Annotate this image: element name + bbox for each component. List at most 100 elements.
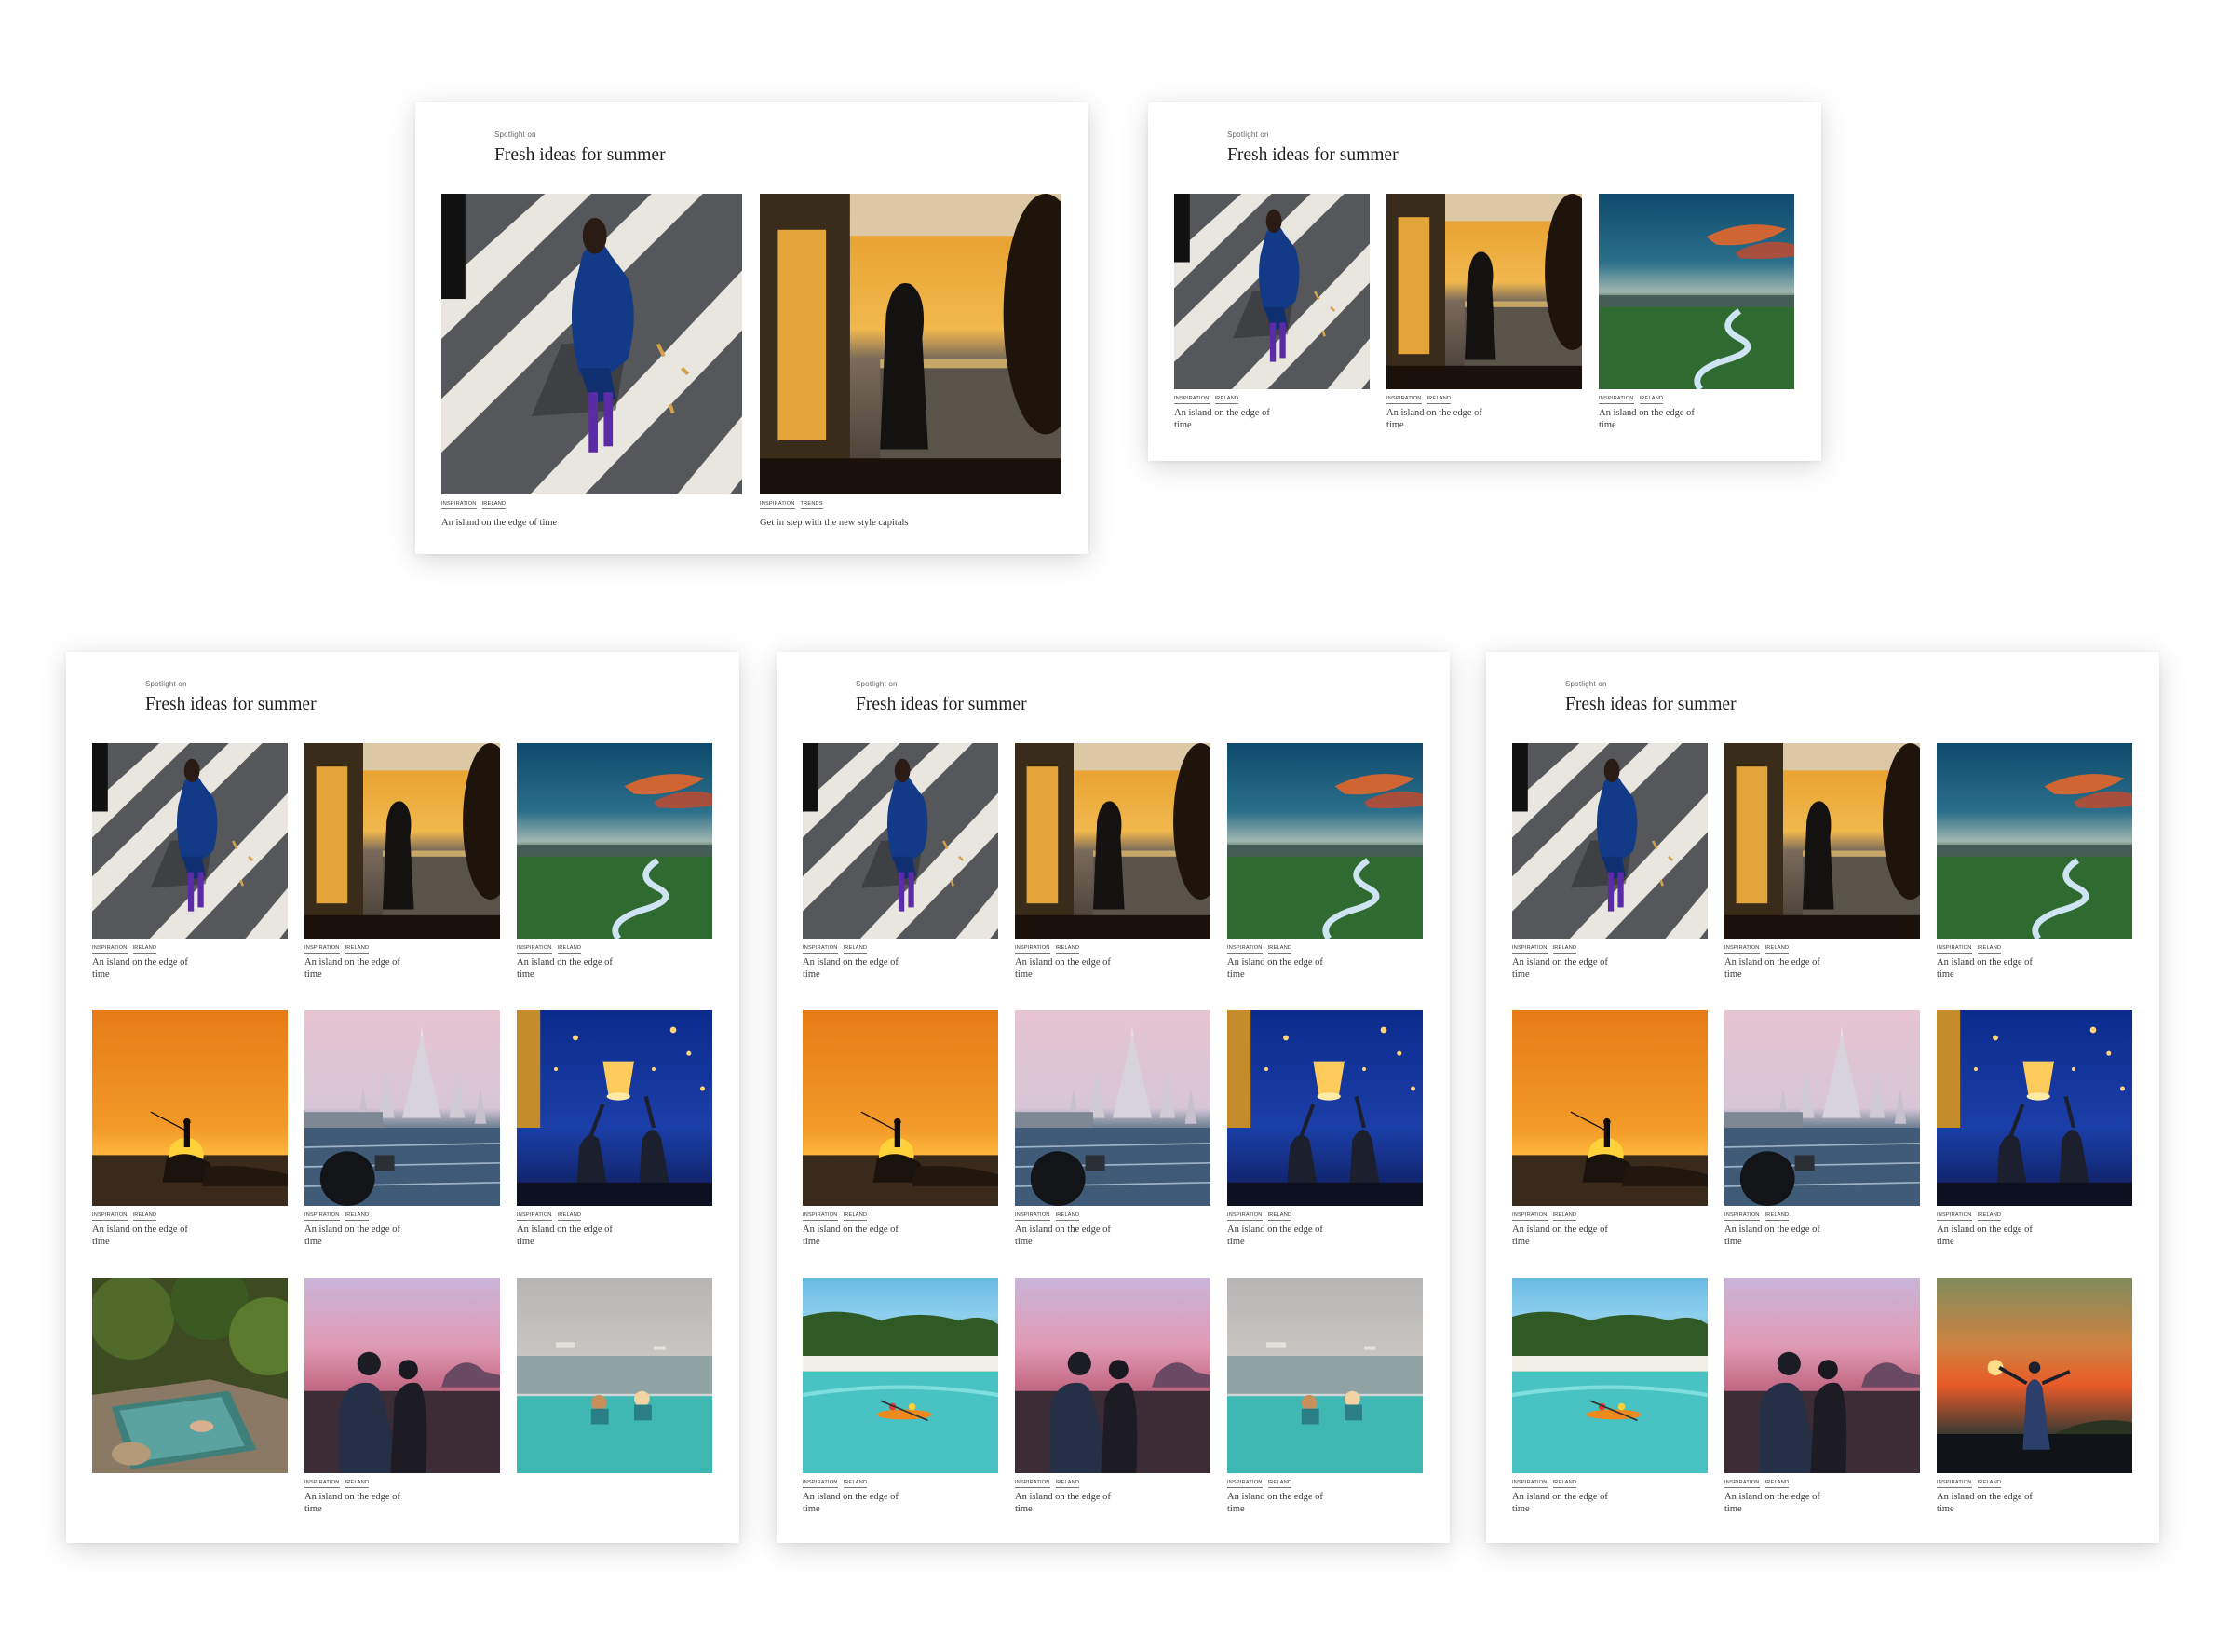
article-card[interactable] xyxy=(92,1278,288,1510)
article-headline[interactable]: An island on the edge of time xyxy=(441,517,730,529)
tag-link[interactable]: INSPIRATION xyxy=(1512,1212,1548,1221)
article-headline[interactable]: An island on the edge of time xyxy=(1015,956,1127,981)
ferry-sunset-photo[interactable] xyxy=(760,194,1061,494)
couple-beach-dusk-photo[interactable] xyxy=(304,1278,500,1473)
woman-crosswalk-photo[interactable] xyxy=(1174,194,1370,389)
tag-link[interactable]: IRELAND xyxy=(1764,1480,1790,1488)
fisherman-sunset-photo[interactable] xyxy=(803,1010,998,1206)
tag-link[interactable]: INSPIRATION xyxy=(1174,396,1210,404)
tag-link[interactable]: IRELAND xyxy=(132,1212,157,1221)
sky-lanterns-photo[interactable] xyxy=(517,1010,712,1206)
article-card[interactable]: INSPIRATION IRELAND An island on the edge … xyxy=(803,743,998,980)
article-headline[interactable]: An island on the edge of time xyxy=(1724,956,1836,981)
ferry-sunset-photo[interactable] xyxy=(1724,743,1920,939)
article-card[interactable]: INSPIRATION IRELAND An island on the edge … xyxy=(1724,1278,1920,1514)
tag-link[interactable]: INSPIRATION xyxy=(1937,1212,1972,1221)
kayak-beach-photo[interactable] xyxy=(1512,1278,1708,1473)
woman-crosswalk-photo[interactable] xyxy=(803,743,998,939)
tag-link[interactable]: IRELAND xyxy=(1055,1212,1080,1221)
article-headline[interactable]: An island on the edge of time xyxy=(304,1224,416,1248)
article-headline[interactable]: An island on the edge of time xyxy=(1937,1224,2048,1248)
article-card[interactable]: INSPIRATION IRELAND An island on the edge … xyxy=(803,1278,998,1514)
tag-link[interactable]: IRELAND xyxy=(557,1212,582,1221)
article-headline[interactable]: An island on the edge of time xyxy=(1512,1224,1624,1248)
tag-link[interactable]: IRELAND xyxy=(1055,945,1080,954)
infinity-pool-photo[interactable] xyxy=(517,1278,712,1473)
tag-link[interactable]: IRELAND xyxy=(345,1212,370,1221)
tag-link[interactable]: IRELAND xyxy=(843,945,868,954)
tag-link[interactable]: INSPIRATION xyxy=(1937,945,1972,954)
temple-river-photo[interactable] xyxy=(304,1010,500,1206)
article-card[interactable]: INSPIRATION IRELAND An island on the edge … xyxy=(441,194,742,532)
woman-crosswalk-photo[interactable] xyxy=(441,194,742,494)
couple-beach-dusk-photo[interactable] xyxy=(1724,1278,1920,1473)
article-card[interactable]: INSPIRATION IRELAND An island on the edge … xyxy=(1386,194,1582,430)
tag-link[interactable]: INSPIRATION xyxy=(1227,945,1263,954)
article-card[interactable]: INSPIRATION IRELAND An island on the edge … xyxy=(1227,1278,1423,1514)
article-card[interactable]: INSPIRATION IRELAND An island on the edge … xyxy=(1724,1010,1920,1247)
article-card[interactable]: INSPIRATION IRELAND An island on the edge … xyxy=(803,1010,998,1247)
tag-link[interactable]: IRELAND xyxy=(843,1480,868,1488)
article-headline[interactable]: An island on the edge of time xyxy=(1937,1491,2048,1515)
article-headline[interactable]: An island on the edge of time xyxy=(1386,407,1498,431)
article-headline[interactable]: An island on the edge of time xyxy=(1015,1224,1127,1248)
article-headline[interactable]: An island on the edge of time xyxy=(1512,1491,1624,1515)
tag-link[interactable]: IRELAND xyxy=(1977,1212,2002,1221)
tag-link[interactable]: INSPIRATION xyxy=(1724,1480,1760,1488)
tag-link[interactable]: INSPIRATION xyxy=(1015,945,1050,954)
tag-link[interactable]: IRELAND xyxy=(481,501,507,509)
article-card[interactable]: INSPIRATION IRELAND An island on the edge … xyxy=(1174,194,1370,430)
article-card[interactable]: INSPIRATION IRELAND An island on the edge … xyxy=(1724,743,1920,980)
article-card[interactable]: INSPIRATION IRELAND An island on the edge … xyxy=(1015,1278,1210,1514)
tag-link[interactable]: INSPIRATION xyxy=(1015,1480,1050,1488)
article-card[interactable]: INSPIRATION IRELAND An island on the edge … xyxy=(1599,194,1794,430)
river-valley-sunset-photo[interactable] xyxy=(1599,194,1794,389)
ferry-sunset-photo[interactable] xyxy=(304,743,500,939)
tag-link[interactable]: INSPIRATION xyxy=(803,945,838,954)
river-valley-sunset-photo[interactable] xyxy=(517,743,712,939)
woman-crosswalk-photo[interactable] xyxy=(1512,743,1708,939)
article-headline[interactable]: An island on the edge of time xyxy=(1512,956,1624,981)
article-card[interactable]: INSPIRATION IRELAND An island on the edge … xyxy=(1937,743,2132,980)
tag-link[interactable]: INSPIRATION xyxy=(1227,1480,1263,1488)
tag-link[interactable]: INSPIRATION xyxy=(803,1212,838,1221)
article-card[interactable]: INSPIRATION IRELAND An island on the edge … xyxy=(92,1010,288,1247)
woman-cliff-sunset-photo[interactable] xyxy=(1937,1278,2132,1473)
ferry-sunset-photo[interactable] xyxy=(1015,743,1210,939)
article-headline[interactable]: An island on the edge of time xyxy=(517,1224,629,1248)
tag-link[interactable]: IRELAND xyxy=(557,945,582,954)
article-headline[interactable]: An island on the edge of time xyxy=(803,1224,914,1248)
article-headline[interactable]: An island on the edge of time xyxy=(803,1491,914,1515)
tag-link[interactable]: INSPIRATION xyxy=(304,945,340,954)
tag-link[interactable]: INSPIRATION xyxy=(304,1480,340,1488)
article-card[interactable]: INSPIRATION IRELAND An island on the edge … xyxy=(1227,1010,1423,1247)
tag-link[interactable]: INSPIRATION xyxy=(1724,945,1760,954)
tag-link[interactable]: IRELAND xyxy=(132,945,157,954)
article-card[interactable]: INSPIRATION IRELAND An island on the edge … xyxy=(92,743,288,980)
article-headline[interactable]: An island on the edge of time xyxy=(1937,956,2048,981)
article-headline[interactable]: An island on the edge of time xyxy=(304,1491,416,1515)
fisherman-sunset-photo[interactable] xyxy=(1512,1010,1708,1206)
article-headline[interactable]: An island on the edge of time xyxy=(1227,1491,1339,1515)
infinity-pool-photo[interactable] xyxy=(1227,1278,1423,1473)
tag-link[interactable]: INSPIRATION xyxy=(1227,1212,1263,1221)
tag-link[interactable]: IRELAND xyxy=(1267,1480,1292,1488)
tag-link[interactable]: INSPIRATION xyxy=(92,945,128,954)
tag-link[interactable]: IRELAND xyxy=(345,945,370,954)
fisherman-sunset-photo[interactable] xyxy=(92,1010,288,1206)
article-card[interactable]: INSPIRATION IRELAND An island on the edge … xyxy=(1937,1010,2132,1247)
tag-link[interactable]: IRELAND xyxy=(1552,1480,1577,1488)
tag-link[interactable]: IRELAND xyxy=(1267,1212,1292,1221)
kayak-beach-photo[interactable] xyxy=(803,1278,998,1473)
article-headline[interactable]: An island on the edge of time xyxy=(1227,956,1339,981)
tag-link[interactable]: INSPIRATION xyxy=(1015,1212,1050,1221)
woman-crosswalk-photo[interactable] xyxy=(92,743,288,939)
article-card[interactable]: INSPIRATION IRELAND An island on the edge … xyxy=(304,743,500,980)
tag-link[interactable]: INSPIRATION xyxy=(517,1212,552,1221)
article-card[interactable]: INSPIRATION IRELAND An island on the edge … xyxy=(1227,743,1423,980)
article-headline[interactable]: An island on the edge of time xyxy=(1015,1491,1127,1515)
tag-link[interactable]: INSPIRATION xyxy=(517,945,552,954)
article-headline[interactable]: Get in step with the new style capitals xyxy=(760,517,1048,529)
tag-link[interactable]: IRELAND xyxy=(1055,1480,1080,1488)
temple-river-photo[interactable] xyxy=(1015,1010,1210,1206)
